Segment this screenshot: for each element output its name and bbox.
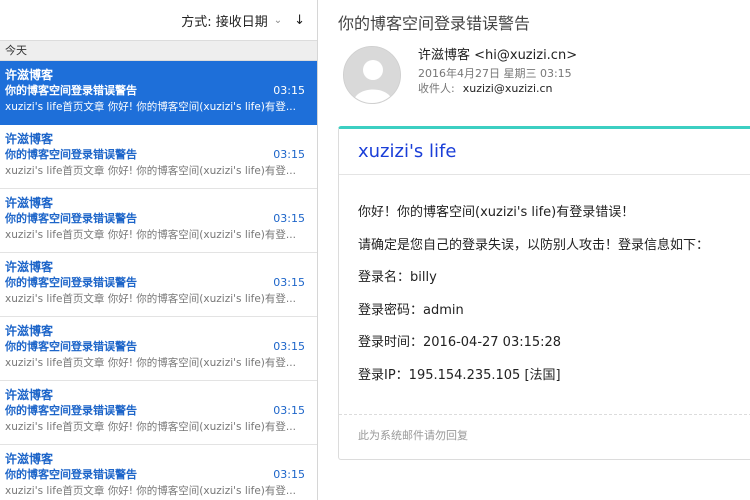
- section-header-today: 今天: [0, 40, 317, 61]
- list-item[interactable]: 许滋博客 你的博客空间登录错误警告 03:15 xuzizi's life首页文…: [0, 189, 317, 253]
- mail-time: 03:15: [273, 276, 305, 289]
- blog-title-link[interactable]: xuzizi's life: [358, 141, 456, 162]
- mail-subject: 你的博客空间登录错误警告: [5, 340, 137, 353]
- mail-time: 03:15: [273, 84, 305, 97]
- mail-sender: 许滋博客: [5, 132, 54, 146]
- mail-preview: xuzizi's life首页文章 你好! 你的博客空间(xuzizi's li…: [5, 101, 296, 113]
- mail-subject-row: 你的博客空间登录错误警告 03:15: [5, 147, 309, 163]
- message-title: 你的博客空间登录错误警告: [338, 14, 531, 33]
- message-footer: 此为系统邮件请勿回复: [339, 414, 750, 443]
- mail-subject-row: 你的博客空间登录错误警告 03:15: [5, 339, 309, 355]
- mail-preview: xuzizi's life首页文章 你好! 你的博客空间(xuzizi's li…: [5, 165, 296, 177]
- list-item[interactable]: 许滋博客 你的博客空间登录错误警告 03:15 xuzizi's life首页文…: [0, 317, 317, 381]
- mail-subject: 你的博客空间登录错误警告: [5, 148, 137, 161]
- mail-subject: 你的博客空间登录错误警告: [5, 84, 137, 97]
- mail-subject: 你的博客空间登录错误警告: [5, 212, 137, 225]
- mail-time: 03:15: [273, 404, 305, 417]
- list-item[interactable]: 许滋博客 你的博客空间登录错误警告 03:15 xuzizi's life首页文…: [0, 61, 317, 125]
- chevron-down-icon[interactable]: ⌄: [274, 15, 282, 26]
- body-line: 登录名：billy: [358, 270, 437, 285]
- mail-preview: xuzizi's life首页文章 你好! 你的博客空间(xuzizi's li…: [5, 229, 296, 241]
- mail-time: 03:15: [273, 468, 305, 481]
- card-header: xuzizi's life: [339, 129, 750, 175]
- mail-subject-row: 你的博客空间登录错误警告 03:15: [5, 403, 309, 419]
- list-item[interactable]: 许滋博客 你的博客空间登录错误警告 03:15 xuzizi's life首页文…: [0, 253, 317, 317]
- mail-time: 03:15: [273, 148, 305, 161]
- mail-preview: xuzizi's life首页文章 你好! 你的博客空间(xuzizi's li…: [5, 293, 296, 305]
- mail-subject-row: 你的博客空间登录错误警告 03:15: [5, 275, 309, 291]
- mail-sender: 许滋博客: [5, 260, 54, 274]
- mail-subject: 你的博客空间登录错误警告: [5, 468, 137, 481]
- avatar: [343, 46, 401, 104]
- list-item[interactable]: 许滋博客 你的博客空间登录错误警告 03:15 xuzizi's life首页文…: [0, 381, 317, 445]
- recipient-label: 收件人:: [418, 82, 455, 95]
- message-body-card: xuzizi's life 你好！你的博客空间(xuzizi's life)有登…: [338, 126, 750, 460]
- mail-preview: xuzizi's life首页文章 你好! 你的博客空间(xuzizi's li…: [5, 357, 296, 369]
- mail-sender: 许滋博客: [5, 324, 54, 338]
- message-body: 你好！你的博客空间(xuzizi's life)有登录错误！ 请确定是您自己的登…: [339, 175, 750, 400]
- person-icon: [344, 47, 400, 103]
- mail-sender: 许滋博客: [5, 68, 54, 82]
- mail-preview: xuzizi's life首页文章 你好! 你的博客空间(xuzizi's li…: [5, 485, 296, 497]
- sort-bar: 方式: 接收日期 ⌄ ↓: [0, 0, 317, 40]
- body-line: 登录IP：195.154.235.105 [法国]: [358, 367, 561, 383]
- mail-subject: 你的博客空间登录错误警告: [5, 404, 137, 417]
- reading-pane: 你的博客空间登录错误警告 许滋博客 <hi@xuzizi.cn> 2016年4月…: [318, 0, 750, 500]
- body-line: 登录密码：admin: [358, 302, 464, 318]
- mail-time: 03:15: [273, 340, 305, 353]
- body-line: 你好！你的博客空间(xuzizi's life)有登录错误！: [358, 205, 635, 220]
- list-item[interactable]: 许滋博客 你的博客空间登录错误警告 03:15 xuzizi's life首页文…: [0, 125, 317, 189]
- message-recipient: 收件人: xuzizi@xuzizi.cn: [418, 80, 553, 96]
- message-date: 2016年4月27日 星期三 03:15: [418, 67, 572, 80]
- sort-by-dropdown[interactable]: 方式: 接收日期: [181, 11, 268, 30]
- sort-direction-icon[interactable]: ↓: [294, 13, 305, 28]
- list-item[interactable]: 许滋博客 你的博客空间登录错误警告 03:15 xuzizi's life首页文…: [0, 445, 317, 500]
- message-sender[interactable]: 许滋博客 <hi@xuzizi.cn>: [418, 44, 577, 63]
- mail-sender: 许滋博客: [5, 388, 54, 402]
- mail-subject-row: 你的博客空间登录错误警告 03:15: [5, 83, 309, 99]
- body-line: 登录时间：2016-04-27 03:15:28: [358, 335, 562, 350]
- mail-app: 方式: 接收日期 ⌄ ↓ 今天 许滋博客 你的博客空间登录错误警告 03:15 …: [0, 0, 750, 500]
- mail-subject-row: 你的博客空间登录错误警告 03:15: [5, 211, 309, 227]
- message-list-pane: 方式: 接收日期 ⌄ ↓ 今天 许滋博客 你的博客空间登录错误警告 03:15 …: [0, 0, 318, 500]
- mail-sender: 许滋博客: [5, 196, 54, 210]
- body-line: 请确定是您自己的登录失误，以防别人攻击！登录信息如下：: [358, 237, 710, 253]
- recipient-address[interactable]: xuzizi@xuzizi.cn: [463, 82, 553, 95]
- mail-subject-row: 你的博客空间登录错误警告 03:15: [5, 467, 309, 483]
- mail-preview: xuzizi's life首页文章 你好! 你的博客空间(xuzizi's li…: [5, 421, 296, 433]
- mail-time: 03:15: [273, 212, 305, 225]
- mail-sender: 许滋博客: [5, 452, 54, 466]
- mail-subject: 你的博客空间登录错误警告: [5, 276, 137, 289]
